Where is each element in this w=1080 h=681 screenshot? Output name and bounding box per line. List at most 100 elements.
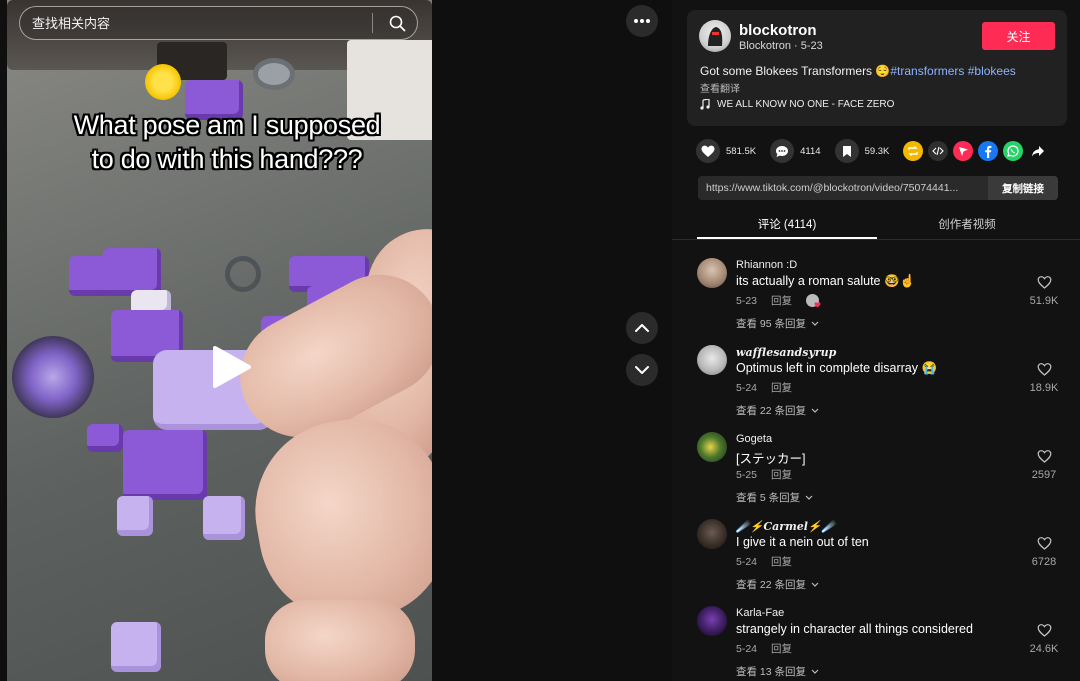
scene-lilac-part (203, 496, 245, 540)
comment-meta: 5-24 回复 (736, 641, 792, 656)
view-replies-label: 查看 95 条回复 (736, 318, 807, 330)
comment-like-button[interactable]: 6728 (1024, 537, 1064, 568)
heart-outline-icon (1037, 363, 1051, 376)
heart-icon (814, 302, 821, 308)
next-video-button[interactable] (626, 354, 658, 386)
comment-date: 5-24 (736, 555, 758, 568)
comment-text: I give it a nein out of ten (736, 535, 869, 549)
author-avatar[interactable] (699, 20, 731, 52)
reply-button[interactable]: 回复 (771, 554, 792, 569)
comment-date: 5-23 (736, 294, 758, 307)
post-description: Got some Blokees Transformers 😌#transfor… (700, 64, 1016, 78)
comment-text: its actually a roman salute 🤓☝️ (736, 274, 916, 288)
send-icon (958, 146, 968, 156)
tab-creator-videos[interactable]: 创作者视频 (877, 216, 1057, 232)
commenter-name[interactable]: ☄️⚡𝑪𝒂𝒓𝒎𝒆𝒍⚡☄️ (736, 520, 835, 533)
view-replies-button[interactable]: 查看 22 条回复 (736, 577, 819, 592)
share-whatsapp-button[interactable] (1003, 141, 1024, 161)
play-icon[interactable] (207, 344, 253, 390)
search-icon[interactable] (383, 9, 411, 37)
view-replies-button[interactable]: 查看 13 条回复 (736, 664, 819, 679)
commenter-avatar[interactable] (697, 432, 727, 462)
scene-purple-part (103, 248, 161, 296)
tab-comments[interactable]: 评论 (4114) (697, 216, 877, 232)
chevron-down-icon (811, 321, 819, 326)
whatsapp-icon (1007, 145, 1019, 157)
comment-text: strangely in character all things consid… (736, 622, 973, 636)
comment-button[interactable]: 4114 (770, 139, 821, 163)
commenter-name[interactable]: Gogeta (736, 433, 772, 445)
comment-like-count: 24.6K (1029, 643, 1059, 655)
reply-button[interactable]: 回复 (771, 380, 792, 395)
search-input[interactable] (32, 15, 372, 31)
share-link-row: https://www.tiktok.com/@blockotron/video… (698, 176, 1058, 200)
reply-button[interactable]: 回复 (771, 293, 792, 308)
translate-link[interactable]: 查看翻译 (700, 80, 740, 95)
embed-code-icon (932, 146, 945, 156)
view-replies-button[interactable]: 查看 22 条回复 (736, 403, 819, 418)
like-button[interactable]: 581.5K (696, 139, 756, 163)
music-title: WE ALL KNOW NO ONE - FACE ZERO (717, 99, 895, 110)
copy-link-button[interactable]: 复制链接 (988, 176, 1058, 200)
commenter-avatar[interactable] (697, 606, 727, 636)
comment-like-button[interactable]: 18.9K (1024, 363, 1064, 394)
chevron-down-icon (811, 669, 819, 674)
heart-outline-icon (1037, 450, 1051, 463)
separator-dot: · (794, 40, 801, 52)
more-share-button[interactable] (1028, 141, 1048, 161)
like-count: 581.5K (726, 145, 757, 157)
heart-outline-icon (1037, 537, 1051, 550)
author-username[interactable]: blockotron (739, 22, 817, 39)
commenter-name[interactable]: 𝒘𝒂𝒇𝒇𝒍𝒆𝒔𝒂𝒏𝒅𝒔𝒚𝒓𝒖𝒑 (736, 346, 836, 359)
comment-like-button[interactable]: 51.9K (1024, 276, 1064, 307)
reply-button[interactable]: 回复 (771, 467, 792, 482)
scene-ring (225, 256, 261, 292)
commenter-name[interactable]: Karla-Fae (736, 607, 784, 619)
previous-video-button[interactable] (626, 312, 658, 344)
heart-outline-icon (1037, 276, 1051, 289)
view-replies-button[interactable]: 查看 5 条回复 (736, 490, 813, 505)
share-facebook-button[interactable] (978, 141, 999, 161)
scene-hand-base (265, 600, 415, 681)
repost-icon (908, 146, 919, 156)
post-date: 5-23 (800, 40, 823, 52)
scene-round-card (12, 336, 94, 418)
comment-like-button[interactable]: 24.6K (1024, 624, 1064, 655)
reply-button[interactable]: 回复 (771, 641, 792, 656)
follow-button[interactable]: 关注 (982, 22, 1055, 50)
hashtag-link[interactable]: #transformers (890, 64, 964, 78)
repost-button[interactable] (903, 141, 924, 161)
commenter-name[interactable]: Rhiannon :D (736, 259, 797, 271)
video-url[interactable]: https://www.tiktok.com/@blockotron/video… (698, 182, 988, 194)
comment-item: ☄️⚡𝑪𝒂𝒓𝒎𝒆𝒍⚡☄️ I give it a nein out of ten… (672, 509, 1080, 595)
view-replies-label: 查看 22 条回复 (736, 405, 807, 417)
author-card: blockotron Blockotron · 5-23 关注 Got some… (687, 10, 1067, 126)
chevron-down-icon (635, 366, 649, 374)
more-options-button[interactable] (626, 5, 658, 37)
comment-meta: 5-24 回复 (736, 380, 792, 395)
view-replies-button[interactable]: 查看 95 条回复 (736, 316, 819, 331)
search-bar[interactable] (19, 6, 418, 40)
panel-tabs: 评论 (4114) 创作者视频 (672, 210, 1080, 240)
embed-button[interactable] (928, 141, 949, 161)
chevron-down-icon (811, 408, 819, 413)
commenter-avatar[interactable] (697, 345, 727, 375)
post-text: Got some Blokees Transformers 😌 (700, 64, 891, 78)
commenter-avatar[interactable] (697, 519, 727, 549)
comment-like-button[interactable]: 2597 (1024, 450, 1064, 481)
commenter-avatar[interactable] (697, 258, 727, 288)
scene-lilac-part (111, 622, 161, 672)
author-subline: Blockotron · 5-23 (739, 40, 823, 52)
comment-date: 5-25 (736, 468, 758, 481)
scene-purple-part (123, 430, 207, 500)
facebook-icon (985, 145, 992, 158)
comment-like-count: 6728 (1031, 556, 1057, 568)
comment-item: 𝒘𝒂𝒇𝒇𝒍𝒆𝒔𝒂𝒏𝒅𝒔𝒚𝒓𝒖𝒑 Optimus left in complete… (672, 335, 1080, 421)
music-link[interactable]: WE ALL KNOW NO ONE - FACE ZERO (700, 99, 894, 110)
send-to-friends-button[interactable] (953, 141, 974, 161)
creator-liked-avatar (806, 294, 821, 308)
side-panel: blockotron Blockotron · 5-23 关注 Got some… (672, 0, 1080, 681)
hashtag-link[interactable]: #blokees (968, 64, 1016, 78)
save-button[interactable]: 59.3K (834, 139, 889, 163)
video-player[interactable]: What pose am I supposed to do with this … (7, 0, 432, 681)
